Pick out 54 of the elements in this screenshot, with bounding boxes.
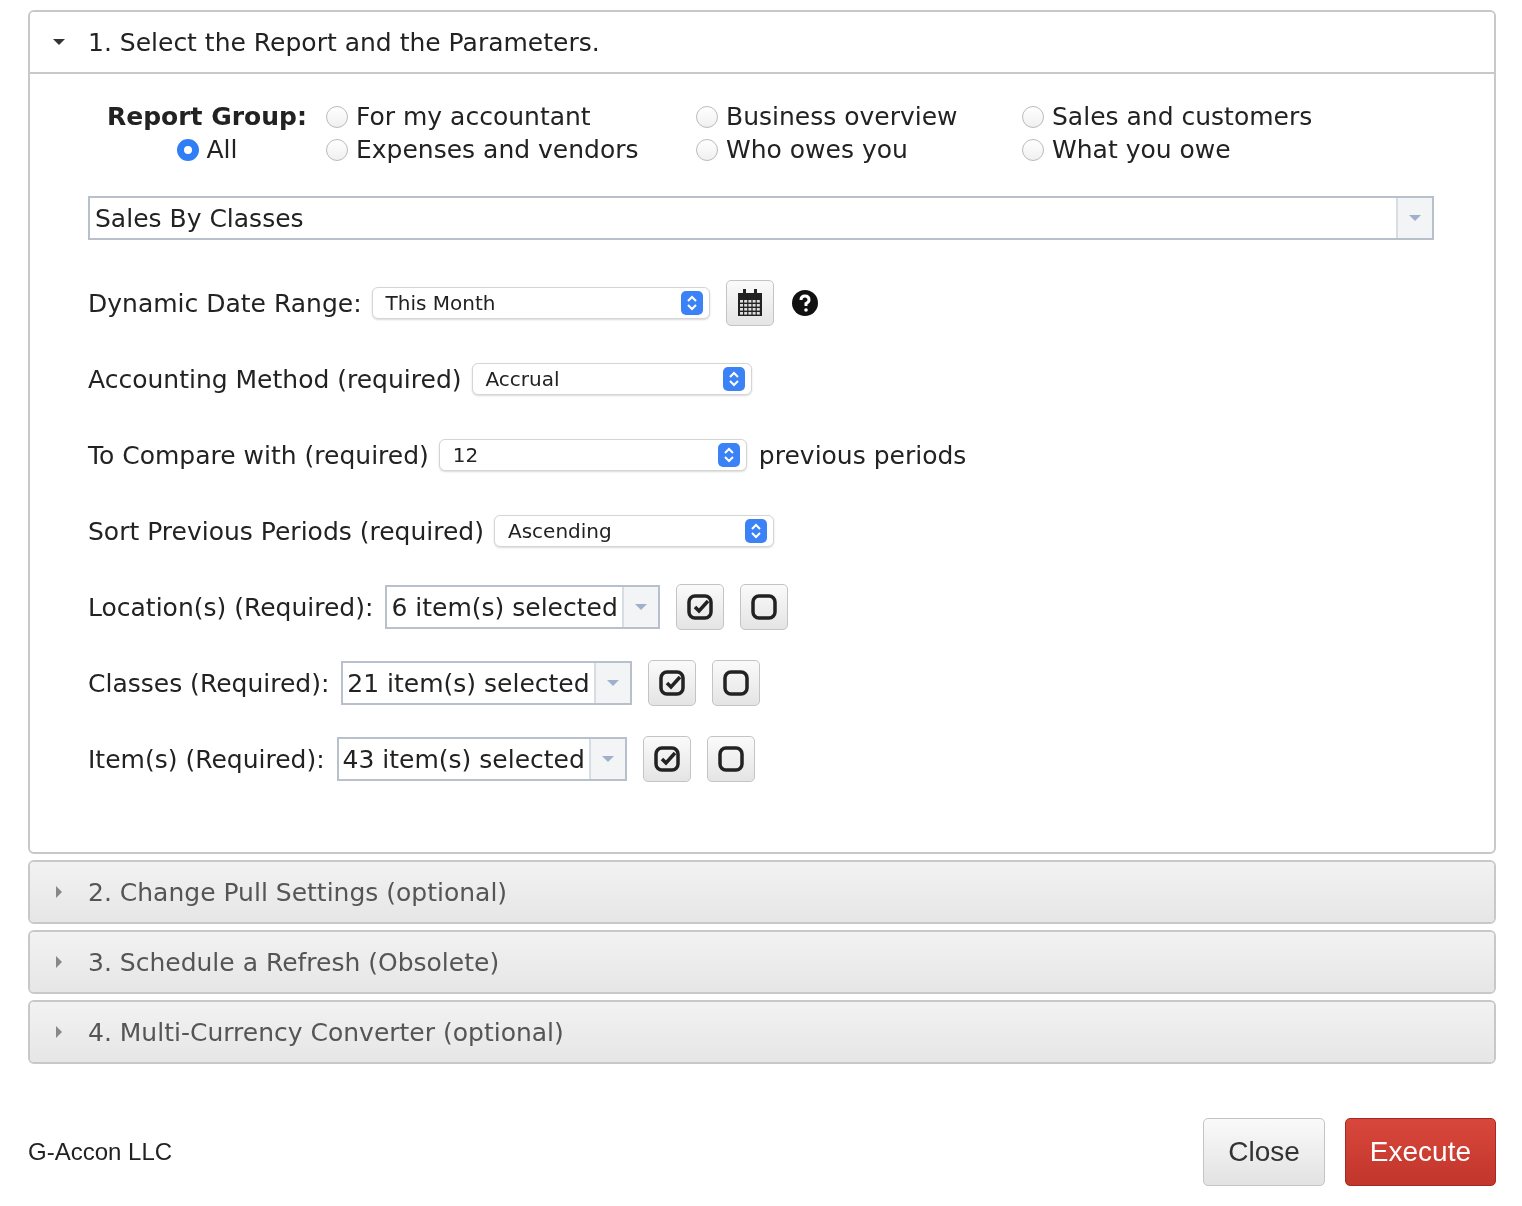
radio-option[interactable]: Sales and customers [1022,102,1434,131]
checkbox-icon [686,594,713,620]
clear-all-button[interactable] [711,660,760,706]
field-suffix: previous periods [758,440,967,470]
section-header[interactable]: 3. Schedule a Refresh (Obsolete) [30,932,1494,992]
calendar-button[interactable] [725,280,774,326]
company-name: G-Accon LLC [28,1138,173,1166]
square-icon [750,594,777,620]
section-header[interactable]: 4. Multi-Currency Converter (optional) [30,1002,1494,1062]
stepper-icon [680,291,703,315]
checkbox-icon [658,670,685,696]
help-icon[interactable] [791,290,818,316]
date-range-select[interactable]: This Month [371,287,710,319]
close-button[interactable]: Close [1203,1118,1325,1186]
section-header[interactable]: 1. Select the Report and the Parameters. [30,12,1494,74]
caret-icon [605,679,620,687]
calendar-icon [736,289,763,317]
multi-select[interactable]: 21 item(s) selected [341,661,632,705]
field-label: To Compare with (required) [88,440,429,470]
multi-select[interactable]: 6 item(s) selected [385,585,660,629]
radio-option[interactable]: For my accountant [326,102,696,131]
stepper-icon [745,519,767,543]
square-icon [717,746,744,772]
clear-all-button[interactable] [706,736,755,782]
field-label: Item(s) (Required): [88,744,325,774]
radio-option[interactable]: All [176,135,238,164]
caret-icon [1408,214,1422,222]
select-all-button[interactable] [647,660,696,706]
select-all-button[interactable] [642,736,691,782]
dropdown-select[interactable]: Accrual [471,363,752,395]
dropdown-select[interactable]: 12 [438,439,747,471]
select-all-button[interactable] [675,584,724,630]
checkbox-icon [653,746,680,772]
field-label: Location(s) (Required): [88,592,374,622]
caret-icon [600,755,615,763]
stepper-icon [717,443,740,467]
caret-icon [633,603,648,611]
dropdown-select[interactable]: Ascending [494,515,774,547]
radio-option[interactable]: Expenses and vendors [326,135,696,164]
clear-all-button[interactable] [739,584,788,630]
radio-option[interactable]: What you owe [1022,135,1434,164]
field-label: Sort Previous Periods (required) [88,516,484,546]
field-label: Classes (Required): [88,668,330,698]
section-header[interactable]: 2. Change Pull Settings (optional) [30,862,1494,922]
square-icon [722,670,749,696]
multi-select[interactable]: 43 item(s) selected [336,737,627,781]
field-label: Accounting Method (required) [88,364,462,394]
field-label: Dynamic Date Range: [88,288,362,318]
stepper-icon [722,367,745,391]
radio-option[interactable]: Business overview [696,102,1022,131]
report-select[interactable]: Sales By Classes [88,196,1434,240]
group-label: Report Group: [107,102,307,131]
execute-button[interactable]: Execute [1344,1118,1496,1186]
radio-option[interactable]: Who owes you [696,135,1022,164]
